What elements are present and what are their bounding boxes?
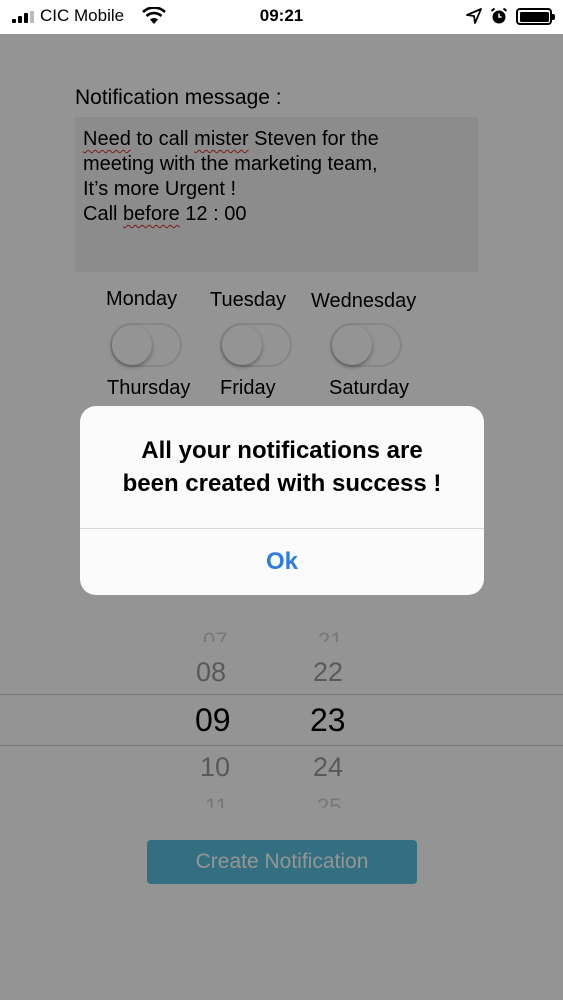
alert-ok-button[interactable]: Ok xyxy=(80,529,484,595)
battery-icon xyxy=(516,8,555,25)
status-bar: CIC Mobile 09:21 xyxy=(0,0,563,34)
alert-message: All your notifications are been created … xyxy=(122,437,442,497)
alarm-icon xyxy=(490,7,508,24)
success-alert: All your notifications are been created … xyxy=(80,406,484,595)
location-icon xyxy=(466,8,482,24)
